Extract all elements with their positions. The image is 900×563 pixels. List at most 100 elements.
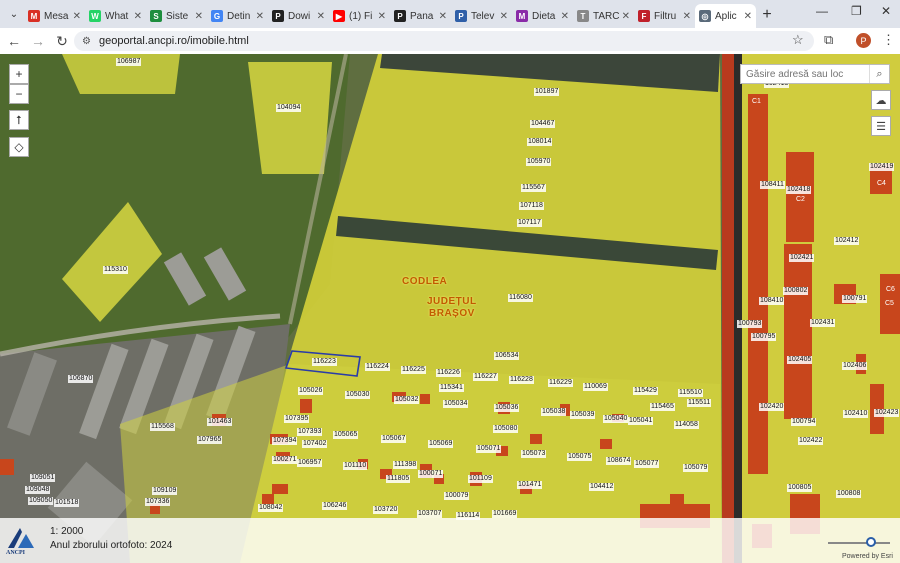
zoom-out-button[interactable]: − — [9, 84, 29, 104]
parcel-id-label[interactable]: 110069 — [583, 383, 608, 391]
minimize-icon[interactable]: — — [816, 4, 828, 18]
parcel-id-label[interactable]: 100793 — [737, 320, 763, 328]
parcel-id-label[interactable]: 100791 — [842, 295, 868, 303]
bookmark-star-icon[interactable]: ☆ — [792, 32, 804, 48]
parcel-id-label[interactable]: 103720 — [373, 506, 399, 514]
parcel-id-label[interactable]: 115341 — [439, 384, 464, 392]
parcel-id-label[interactable]: 108411 — [760, 181, 785, 189]
parcel-id-label[interactable]: 105970 — [526, 158, 552, 166]
browser-tab[interactable]: T TARC ✕ — [573, 4, 634, 28]
search-input[interactable] — [741, 68, 869, 80]
compass-icon[interactable]: ⭡ — [9, 110, 29, 130]
browser-tab[interactable]: P Dowi ✕ — [268, 4, 329, 28]
parcel-id-label[interactable]: 111805 — [386, 475, 411, 483]
parcel-id-label[interactable]: 116227 — [473, 373, 498, 381]
parcel-id-label[interactable]: 116225 — [401, 366, 426, 374]
parcel-id-label[interactable]: 106246 — [322, 502, 348, 510]
tab-close-icon[interactable]: ✕ — [378, 11, 386, 22]
parcel-id-label[interactable]: 101463 — [207, 418, 233, 426]
parcel-id-label[interactable]: 106987 — [116, 58, 142, 66]
parcel-id-label[interactable]: 100802 — [783, 287, 809, 295]
parcel-id-label[interactable]: 105069 — [428, 440, 454, 448]
transparency-slider-handle[interactable] — [866, 537, 876, 547]
browser-tab[interactable]: F Filtru ✕ — [634, 4, 695, 28]
parcel-id-label[interactable]: 105036 — [494, 404, 520, 412]
parcel-id-label[interactable]: 107393 — [297, 428, 323, 436]
parcel-id-label[interactable]: 102412 — [834, 237, 860, 245]
parcel-id-label[interactable]: 108410 — [759, 297, 785, 305]
parcel-id-label[interactable]: 104412 — [589, 483, 615, 491]
tab-close-icon[interactable]: ✕ — [744, 11, 752, 22]
parcel-id-label[interactable]: 101110 — [343, 462, 368, 470]
parcel-id-label[interactable]: 107395 — [284, 415, 310, 423]
parcel-id-label[interactable]: 101109 — [468, 475, 493, 483]
parcel-id-label[interactable]: 105032 — [394, 396, 420, 404]
parcel-id-label[interactable]: 116224 — [365, 363, 390, 371]
tab-search-icon[interactable]: ⌄ — [4, 4, 24, 24]
parcel-id-label[interactable]: 109048 — [25, 486, 51, 494]
parcel-id-label[interactable]: 105039 — [570, 411, 596, 419]
close-window-icon[interactable]: ✕ — [881, 4, 891, 18]
parcel-id-label[interactable]: 115510 — [678, 389, 703, 397]
parcel-id-label[interactable]: 107394 — [272, 437, 298, 445]
layer-list-icon[interactable]: ☰ — [871, 116, 891, 136]
profile-avatar[interactable]: P — [856, 33, 871, 48]
parcel-id-label[interactable]: 105079 — [683, 464, 709, 472]
tab-close-icon[interactable]: ✕ — [439, 11, 447, 22]
parcel-id-label[interactable]: 102410 — [843, 410, 869, 418]
parcel-id-label[interactable]: 111398 — [393, 461, 418, 469]
parcel-id-label[interactable]: 115429 — [633, 387, 658, 395]
browser-tab[interactable]: M Dieta ✕ — [512, 4, 573, 28]
parcel-id-label[interactable]: 102405 — [787, 356, 813, 364]
tab-close-icon[interactable]: ✕ — [683, 11, 691, 22]
new-tab-button[interactable]: + — [756, 6, 778, 24]
parcel-id-label[interactable]: 107336 — [145, 498, 171, 506]
parcel-id-label[interactable]: 100794 — [791, 418, 817, 426]
parcel-id-label[interactable]: 107118 — [519, 202, 544, 210]
basemap-gallery-icon[interactable]: ☁ — [871, 90, 891, 110]
parcel-id-label[interactable]: 100805 — [787, 484, 813, 492]
parcel-id-label[interactable]: 105026 — [298, 387, 324, 395]
parcel-id-label[interactable]: 105071 — [476, 445, 502, 453]
parcel-id-label[interactable]: 109051 — [30, 474, 56, 482]
parcel-id-label[interactable]: 103707 — [417, 510, 443, 518]
map-view[interactable]: 106987 104094 101897 104467 108014 105970 1155… — [0, 54, 900, 563]
parcel-id-label[interactable]: 105067 — [381, 435, 407, 443]
parcel-id-label[interactable]: 116228 — [509, 376, 534, 384]
parcel-id-label[interactable]: 100271 — [272, 456, 298, 464]
parcel-id-label[interactable]: 102406 — [842, 362, 868, 370]
site-info-icon[interactable]: ⚙ — [82, 36, 91, 47]
parcel-id-label[interactable]: 116226 — [436, 369, 461, 377]
parcel-id-label[interactable]: 100795 — [751, 333, 777, 341]
parcel-id-label[interactable]: 102431 — [810, 319, 836, 327]
parcel-id-label[interactable]: 115567 — [521, 184, 546, 192]
parcel-id-label[interactable]: 102421 — [789, 254, 815, 262]
parcel-id-label[interactable]: 108014 — [527, 138, 553, 146]
browser-tab[interactable]: ◎ Aplic ✕ — [695, 4, 756, 28]
parcel-id-label[interactable]: 116229 — [548, 379, 573, 387]
tab-close-icon[interactable]: ✕ — [500, 11, 508, 22]
tab-close-icon[interactable]: ✕ — [134, 11, 142, 22]
parcel-id-label[interactable]: 105030 — [345, 391, 371, 399]
parcel-id-label[interactable]: 101897 — [534, 88, 560, 96]
parcel-id-label[interactable]: 105038 — [541, 408, 567, 416]
parcel-id-label[interactable]: 100079 — [444, 492, 470, 500]
tab-close-icon[interactable]: ✕ — [195, 11, 203, 22]
parcel-id-label[interactable]: 116223 — [312, 358, 337, 366]
parcel-id-label[interactable]: 108042 — [258, 504, 284, 512]
parcel-id-label[interactable]: 100071 — [418, 470, 444, 478]
parcel-id-label[interactable]: 115465 — [650, 403, 675, 411]
parcel-id-label[interactable]: 102418 — [786, 186, 812, 194]
browser-tab[interactable]: P Pana ✕ — [390, 4, 451, 28]
search-icon[interactable]: ⌕ — [869, 65, 889, 83]
parcel-id-label[interactable]: 106534 — [494, 352, 520, 360]
parcel-id-label[interactable]: 101669 — [492, 510, 518, 518]
parcel-id-label[interactable]: 114058 — [674, 421, 699, 429]
tab-close-icon[interactable]: ✕ — [73, 11, 81, 22]
parcel-id-label[interactable]: 102422 — [798, 437, 824, 445]
parcel-id-label[interactable]: 106870 — [68, 375, 94, 383]
parcel-id-label[interactable]: 107402 — [302, 440, 328, 448]
zoom-in-button[interactable]: + — [9, 64, 29, 84]
browser-tab[interactable]: ▶ (1) Fi ✕ — [329, 4, 390, 28]
parcel-id-label[interactable]: 102423 — [874, 409, 900, 417]
